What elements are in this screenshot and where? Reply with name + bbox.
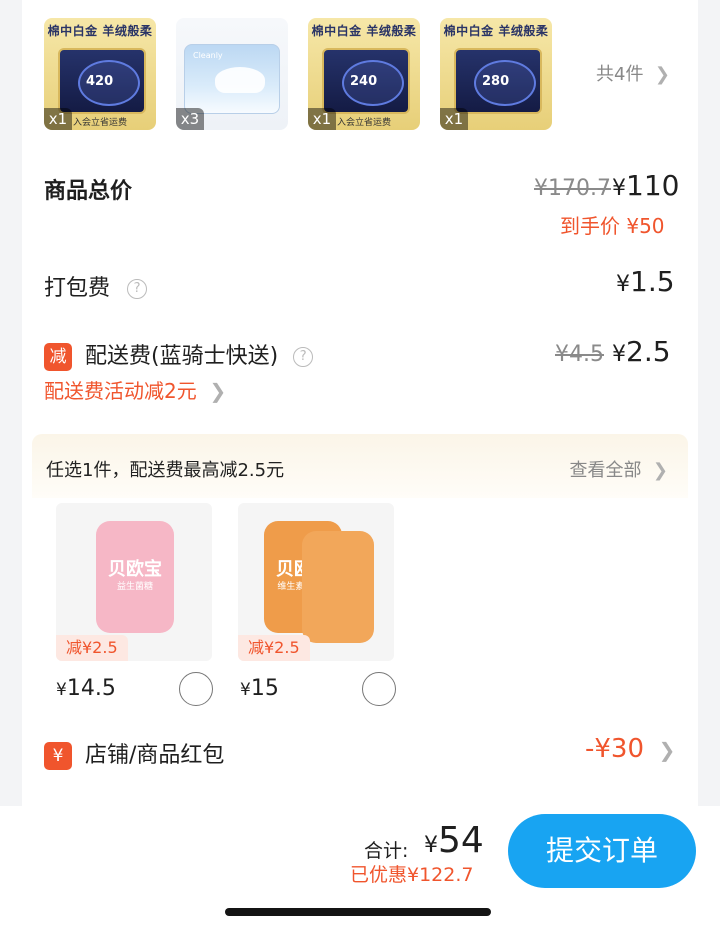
saved-amount: 已优惠¥122.7 xyxy=(350,864,474,886)
delivery-original-price: ¥4.5 xyxy=(555,342,604,367)
quantity-badge: x1 xyxy=(308,108,336,130)
red-packet-row[interactable]: ¥ 店铺/商品红包 xyxy=(44,737,224,770)
chevron-right-icon: ❯ xyxy=(647,460,668,481)
discount-tag: 减 xyxy=(44,343,72,371)
product-count-text: 240 xyxy=(350,74,378,89)
addon-product-price: ¥15 xyxy=(240,676,279,701)
submit-order-button[interactable]: 提交订单 xyxy=(508,814,696,888)
addon-product-card[interactable]: 贝欧宝 维生素C软糖 减¥2.5 xyxy=(238,503,394,661)
quantity-badge: x1 xyxy=(440,108,468,130)
quantity-badge: x1 xyxy=(44,108,72,130)
product-brand-text: Cleanly xyxy=(193,51,223,60)
chevron-right-icon: ❯ xyxy=(649,64,670,85)
product-image: 贝欧宝 益生菌糖 xyxy=(96,521,174,633)
goods-original-price: ¥170.7 xyxy=(534,176,611,201)
product-package-image: 280 xyxy=(454,48,542,114)
delivery-fee-label: 减 配送费(蓝骑士快送) ? xyxy=(44,338,314,371)
red-packet-icon: ¥ xyxy=(44,742,72,770)
all-items-label: 共4件 xyxy=(596,64,644,85)
total-amount: ¥54 xyxy=(424,820,484,861)
product-thumbnail[interactable]: Cleanly x3 xyxy=(176,18,288,130)
product-thumbnail[interactable]: 棉中白金 羊绒般柔软 240 入会立省运费 x1 xyxy=(308,18,420,130)
discount-badge: 减¥2.5 xyxy=(238,635,310,661)
help-icon[interactable]: ? xyxy=(293,347,314,367)
chevron-right-icon: ❯ xyxy=(203,379,227,403)
goods-total-price: ¥110 xyxy=(612,169,680,202)
total-label: 合计: xyxy=(364,840,409,862)
home-indicator xyxy=(225,908,491,916)
product-package-image: 240 xyxy=(322,48,410,114)
product-band-text: 棉中白金 羊绒般柔软 xyxy=(443,24,549,64)
product-package-image: Cleanly xyxy=(184,44,280,114)
addon-product-price: ¥14.5 xyxy=(56,676,116,701)
product-band-text: 棉中白金 羊绒般柔软 xyxy=(47,24,153,64)
promo-text: 任选1件，配送费最高减2.5元 xyxy=(46,460,285,481)
product-count-text: 420 xyxy=(86,74,114,89)
final-price-label: 到手价 ¥50 xyxy=(560,214,665,238)
delivery-fee-price: ¥2.5 xyxy=(612,335,671,368)
red-packet-value[interactable]: -¥30 ❯ xyxy=(585,734,675,764)
quantity-badge: x3 xyxy=(176,108,204,130)
select-radio[interactable] xyxy=(179,672,213,706)
delivery-promo-banner: 任选1件，配送费最高减2.5元 查看全部 ❯ xyxy=(32,434,688,498)
chevron-right-icon: ❯ xyxy=(652,738,676,762)
discount-badge: 减¥2.5 xyxy=(56,635,128,661)
all-items-link[interactable]: 共4件 ❯ xyxy=(596,60,670,86)
addon-product-card[interactable]: 贝欧宝 益生菌糖 减¥2.5 xyxy=(56,503,212,661)
packing-fee-price: ¥1.5 xyxy=(616,265,675,298)
help-icon[interactable]: ? xyxy=(127,279,148,299)
select-radio[interactable] xyxy=(362,672,396,706)
goods-total-label: 商品总价 xyxy=(44,179,133,204)
product-thumbnail[interactable]: 棉中白金 羊绒般柔软 420 入会立省运费 x1 xyxy=(44,18,156,130)
product-count-text: 280 xyxy=(482,74,510,89)
checkout-bar: 合计: ¥54 已优惠¥122.7 提交订单 xyxy=(0,806,720,925)
product-thumbnail[interactable]: 棉中白金 羊绒般柔软 280 x1 xyxy=(440,18,552,130)
delivery-promo-link[interactable]: 配送费活动减2元 ❯ xyxy=(44,375,226,404)
view-all-link[interactable]: 查看全部 ❯ xyxy=(569,456,668,482)
packing-fee-label: 打包费 ? xyxy=(44,270,148,302)
product-band-text: 棉中白金 羊绒般柔软 xyxy=(311,24,417,64)
product-package-image: 420 xyxy=(58,48,146,114)
